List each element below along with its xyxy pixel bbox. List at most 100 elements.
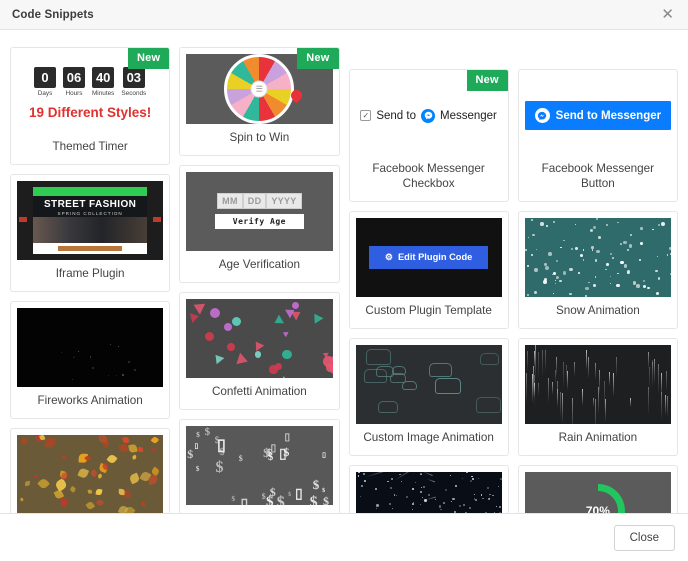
star-streak — [422, 472, 433, 476]
snow-particle — [532, 234, 534, 236]
rain-drop — [661, 392, 662, 420]
grid-column-1: New 0 Days 06 Hours 4 — [10, 47, 170, 513]
rain-drop — [599, 370, 600, 394]
star-particle — [445, 489, 447, 491]
snow-particle — [670, 253, 671, 255]
snow-particle — [585, 295, 587, 297]
card-themed-timer[interactable]: New 0 Days 06 Hours 4 — [10, 47, 170, 165]
card-confetti-animation[interactable]: Confetti Animation — [179, 292, 339, 410]
snow-particle — [606, 224, 608, 226]
rain-drop — [542, 350, 543, 377]
leaf-particle — [70, 486, 76, 492]
star-particle — [463, 504, 465, 506]
snow-particle — [555, 283, 556, 284]
cloud-icon — [392, 366, 406, 375]
snow-particle — [560, 247, 562, 249]
snow-particle — [640, 242, 643, 245]
snow-particle — [627, 272, 629, 274]
star-particle — [462, 478, 463, 479]
leaf-particle — [128, 444, 137, 453]
snow-particle — [592, 249, 594, 251]
verify-age-button[interactable]: Verify Age — [215, 214, 304, 229]
day-input[interactable]: DD — [243, 193, 267, 209]
money-particle: $ — [196, 465, 200, 473]
star-particle — [360, 496, 361, 497]
rain-drop — [667, 396, 668, 418]
card-rain-animation[interactable]: Rain Animation — [518, 338, 678, 456]
rain-drop — [613, 373, 614, 397]
card-snow-animation[interactable]: Snow Animation — [518, 211, 678, 329]
card-label: Custom Plugin Template — [356, 297, 502, 328]
month-input[interactable]: MM — [217, 193, 243, 209]
edit-plugin-code-button[interactable]: ⚙ Edit Plugin Code — [369, 246, 488, 269]
star-particle — [482, 498, 484, 500]
money-particle: $ — [270, 485, 276, 500]
snow-particle — [556, 276, 560, 280]
send-to-messenger-button[interactable]: Send to Messenger — [525, 101, 671, 130]
rain-drop — [661, 373, 662, 396]
star-particle — [375, 488, 377, 490]
leaf-particle — [137, 447, 142, 452]
card-stars-animation[interactable] — [349, 465, 509, 513]
card-label: Spin to Win — [186, 124, 332, 155]
rain-drop — [586, 350, 587, 370]
star-particle — [459, 505, 461, 507]
rain-drop — [535, 345, 536, 378]
leaf-particle — [122, 436, 130, 444]
star-particle — [376, 508, 377, 509]
close-icon[interactable]: ✕ — [658, 5, 677, 24]
card-spin-to-win[interactable]: New ☰ Spin to Win — [179, 47, 339, 156]
snow-particle — [569, 268, 573, 272]
rain-drop — [595, 399, 596, 424]
snow-particle — [655, 270, 657, 272]
leaf-particle — [77, 468, 88, 479]
card-custom-image-animation[interactable]: Custom Image Animation — [349, 338, 509, 456]
close-button[interactable]: Close — [614, 525, 675, 551]
money-particle: $ — [187, 447, 193, 462]
snow-particle — [658, 277, 660, 279]
star-particle — [466, 472, 468, 474]
year-input[interactable]: YYYY — [266, 193, 301, 209]
card-label: Iframe Plugin — [17, 260, 163, 291]
card-iframe-plugin[interactable]: STREET FASHION SPRING COLLECTION Iframe … — [10, 174, 170, 292]
snow-particle — [595, 259, 597, 261]
card-money-animation[interactable]: $▯$$$$▯▯$$▯$$▯$▯$$$$$$$$$▯$$$▯ — [179, 419, 339, 513]
money-particle: $ — [283, 445, 289, 460]
confetti-piece — [272, 314, 284, 327]
star-particle — [390, 487, 392, 489]
cloud-icon — [435, 378, 461, 394]
star-particle — [440, 509, 441, 510]
snow-preview — [525, 218, 671, 297]
progress-ring: 70% — [571, 484, 625, 513]
countdown-value: 40 — [92, 67, 114, 88]
rain-drop — [526, 373, 527, 404]
custom-image-preview — [356, 345, 502, 424]
card-fb-messenger-checkbox[interactable]: New ✓ Send to Messenger Facebook Messeng… — [349, 69, 509, 202]
snow-particle — [661, 222, 665, 226]
status-badge: New — [467, 70, 508, 91]
snow-particle — [605, 269, 607, 271]
star-particle — [396, 495, 397, 496]
card-custom-plugin-template[interactable]: ⚙ Edit Plugin Code Custom Plugin Templat… — [349, 211, 509, 329]
money-particle: ▯ — [241, 496, 249, 505]
card-fb-messenger-button[interactable]: Send to Messenger Facebook Messenger But… — [518, 69, 678, 202]
rain-drop — [593, 398, 594, 407]
leaf-particle — [88, 489, 93, 494]
star-particle — [454, 511, 456, 513]
rain-drop — [563, 362, 564, 388]
card-age-verification[interactable]: MM DD YYYY Verify Age Age Verification — [179, 165, 339, 283]
leaf-particle — [150, 436, 158, 444]
snow-particle — [667, 254, 669, 256]
custom-plugin-preview: ⚙ Edit Plugin Code — [356, 218, 502, 297]
card-leaves-animation[interactable] — [10, 428, 170, 513]
card-fireworks-animation[interactable]: Fireworks Animation — [10, 301, 170, 419]
star-particle — [387, 481, 389, 483]
card-progress-animation[interactable]: 70% — [518, 465, 678, 513]
rain-drop — [616, 357, 617, 377]
money-particle: $ — [313, 477, 320, 493]
checkbox-icon[interactable]: ✓ — [360, 110, 371, 121]
snow-particle — [548, 252, 552, 256]
snow-particle — [643, 285, 646, 288]
snow-particle — [629, 244, 633, 248]
leaf-particle — [34, 475, 39, 480]
